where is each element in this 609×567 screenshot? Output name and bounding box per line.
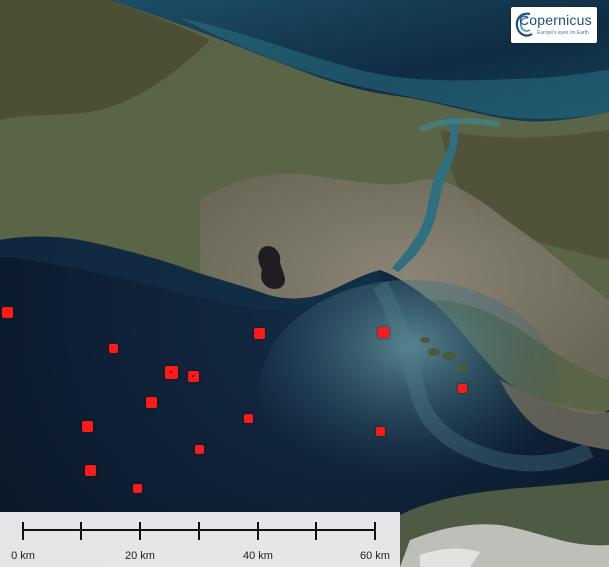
- scale-bar: 0 km 20 km 40 km 60 km: [0, 512, 400, 567]
- copernicus-brand-text: Copernicus: [519, 12, 592, 28]
- scale-tick: [22, 522, 24, 540]
- scale-tick: [257, 522, 259, 540]
- copernicus-tagline-text: Europe's eyes on Earth: [537, 30, 589, 36]
- map-marker[interactable]: [187, 370, 199, 382]
- scale-tick: [374, 522, 376, 540]
- scale-label-20km: 20 km: [125, 550, 155, 562]
- scale-tick: [139, 522, 141, 540]
- map-marker[interactable]: [375, 426, 385, 436]
- satellite-map[interactable]: Copernicus Europe's eyes on Earth 0 km 2…: [0, 0, 609, 567]
- map-marker[interactable]: [108, 343, 118, 353]
- marker-center-dot: [192, 375, 194, 377]
- scale-tick: [315, 522, 317, 540]
- scale-label-0km: 0 km: [11, 550, 35, 562]
- satellite-imagery: [0, 0, 609, 567]
- map-marker[interactable]: [1, 306, 13, 318]
- copernicus-logo: Copernicus Europe's eyes on Earth: [511, 7, 597, 43]
- map-marker[interactable]: [377, 326, 389, 338]
- scale-tick: [198, 522, 200, 540]
- map-marker[interactable]: [253, 327, 265, 339]
- map-marker[interactable]: [457, 383, 467, 393]
- marker-center-dot: [170, 371, 172, 373]
- scale-tick: [80, 522, 82, 540]
- map-marker[interactable]: [243, 413, 253, 423]
- map-marker[interactable]: [81, 420, 93, 432]
- scale-label-40km: 40 km: [243, 550, 273, 562]
- map-marker[interactable]: [145, 396, 157, 408]
- map-marker[interactable]: [84, 464, 96, 476]
- map-marker[interactable]: [164, 365, 178, 379]
- scale-label-60km: 60 km: [360, 550, 390, 562]
- map-marker[interactable]: [132, 483, 142, 493]
- map-marker[interactable]: [194, 444, 204, 454]
